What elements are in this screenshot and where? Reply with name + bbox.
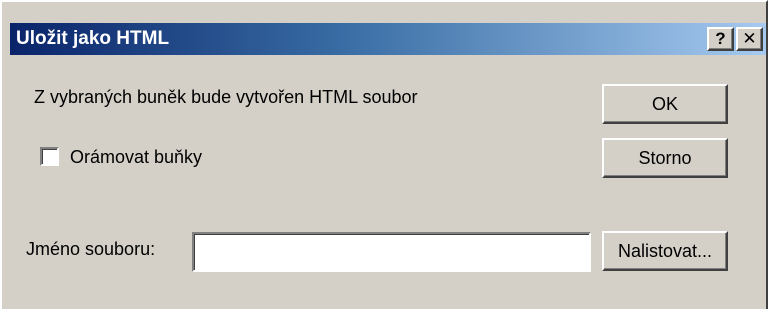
- border-cells-checkbox[interactable]: [40, 147, 59, 166]
- ok-button[interactable]: OK: [602, 84, 728, 124]
- close-button[interactable]: ✕: [736, 27, 763, 51]
- close-icon: ✕: [742, 29, 757, 48]
- help-button[interactable]: ?: [707, 27, 734, 51]
- info-text: Z vybraných buněk bude vytvořen HTML sou…: [34, 87, 418, 107]
- save-as-html-dialog: Uložit jako HTML ? ✕ Z vybraných buněk b…: [0, 0, 768, 309]
- help-icon: ?: [715, 29, 726, 48]
- filename-label: Jméno souboru:: [26, 239, 156, 259]
- browse-button[interactable]: Nalistovat...: [602, 231, 728, 271]
- filename-input[interactable]: [192, 232, 591, 272]
- border-cells-label[interactable]: Orámovat buňky: [70, 146, 202, 168]
- cancel-button[interactable]: Storno: [602, 138, 728, 178]
- dialog-title: Uložit jako HTML: [16, 28, 170, 49]
- title-bar[interactable]: Uložit jako HTML ? ✕: [10, 23, 766, 55]
